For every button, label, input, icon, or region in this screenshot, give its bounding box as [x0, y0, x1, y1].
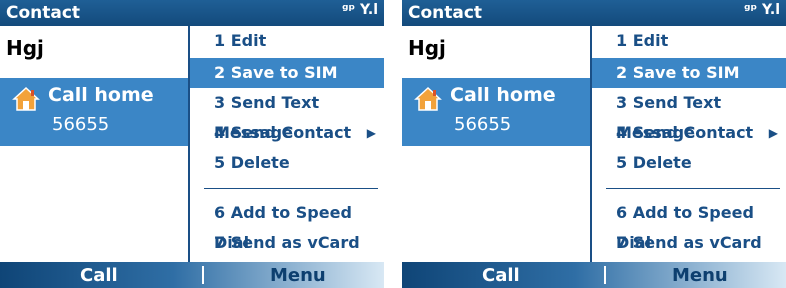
menu-item-send-text-message[interactable]: 3 Send Text Message: [592, 88, 786, 142]
menu-item-edit[interactable]: 1 Edit: [190, 26, 384, 56]
softkey-divider: [202, 266, 204, 284]
menu-item-label: 4 Send Contact: [616, 123, 754, 142]
field-label: Call home: [48, 84, 154, 106]
phone-screen-left: Contact ᵍᵖ Y.l Hgj Call home 56655 1 Edi…: [0, 0, 384, 288]
softkey-divider: [604, 266, 606, 284]
field-value: 56655: [52, 114, 110, 135]
menu-item-send-as-vcard[interactable]: 7 Send as vCard: [190, 228, 384, 258]
status-indicators: ᵍᵖ Y.l: [743, 2, 780, 18]
menu-separator: [606, 188, 780, 189]
softkey-call[interactable]: Call: [80, 265, 118, 286]
field-label: Call home: [450, 84, 556, 106]
menu-item-save-to-sim[interactable]: 2 Save to SIM: [592, 58, 786, 88]
menu-item-send-text-message[interactable]: 3 Send Text Message: [190, 88, 384, 142]
menu-item-save-to-sim[interactable]: 2 Save to SIM: [190, 58, 384, 88]
context-menu: 1 Edit 2 Save to SIM 3 Send Text Message…: [590, 26, 786, 264]
softkey-menu[interactable]: Menu: [270, 265, 326, 286]
status-indicators: ᵍᵖ Y.l: [341, 2, 378, 18]
menu-item-add-to-speed-dial[interactable]: 6 Add to Speed Dial: [592, 198, 786, 252]
menu-item-send-contact[interactable]: 4 Send Contact ▶: [592, 118, 786, 148]
screen-title: Contact: [6, 3, 81, 23]
home-icon: [12, 86, 40, 111]
menu-item-edit[interactable]: 1 Edit: [592, 26, 786, 56]
context-menu: 1 Edit 2 Save to SIM 3 Send Text Message…: [188, 26, 384, 264]
submenu-arrow-icon: ▶: [768, 126, 778, 140]
field-value: 56655: [454, 114, 512, 135]
softkey-call[interactable]: Call: [482, 265, 520, 286]
softkey-menu[interactable]: Menu: [672, 265, 728, 286]
softkey-bar: Call Menu: [0, 262, 384, 288]
phone-screen-right: Contact ᵍᵖ Y.l Hgj Call home 56655 1 Edi…: [402, 0, 786, 288]
title-bar: Contact ᵍᵖ Y.l: [0, 0, 384, 26]
screen-title: Contact: [408, 3, 483, 23]
home-icon: [414, 86, 442, 111]
menu-item-label: 4 Send Contact: [214, 123, 352, 142]
menu-separator: [204, 188, 378, 189]
menu-item-send-contact[interactable]: 4 Send Contact ▶: [190, 118, 384, 148]
menu-item-send-as-vcard[interactable]: 7 Send as vCard: [592, 228, 786, 258]
softkey-bar: Call Menu: [402, 262, 786, 288]
menu-item-add-to-speed-dial[interactable]: 6 Add to Speed Dial: [190, 198, 384, 252]
menu-item-delete[interactable]: 5 Delete: [190, 148, 384, 178]
contact-name: Hgj: [408, 36, 446, 60]
submenu-arrow-icon: ▶: [366, 126, 376, 140]
title-bar: Contact ᵍᵖ Y.l: [402, 0, 786, 26]
contact-name: Hgj: [6, 36, 44, 60]
menu-item-delete[interactable]: 5 Delete: [592, 148, 786, 178]
